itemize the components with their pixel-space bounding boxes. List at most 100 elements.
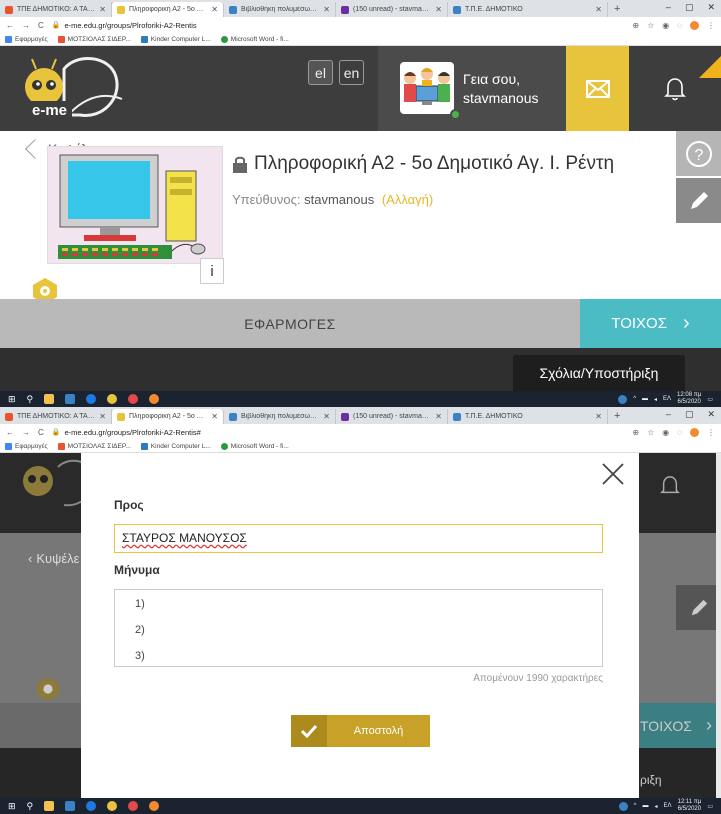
extension-icon[interactable]: ◌	[677, 428, 682, 437]
notifications-button[interactable]	[629, 46, 721, 131]
forward-arrow-icon[interactable]: →	[22, 428, 30, 437]
tray-network-icon[interactable]: ▬	[642, 803, 648, 809]
browser-tab[interactable]: ΤΠΕ ΔΗΜΟΤΙΚΟ: Α ΤΑΞΗ ✕	[0, 409, 112, 424]
extension-icon[interactable]: ◉	[662, 21, 669, 30]
extension-icon[interactable]: ◉	[662, 428, 669, 437]
back-arrow-icon[interactable]: ←	[6, 21, 14, 30]
zoom-icon[interactable]: ⊕	[632, 428, 639, 437]
browser-tab[interactable]: Τ.Π.Ε. ΔΗΜΟΤΙΚΟ ✕	[448, 2, 608, 17]
extension-icon[interactable]: ◌	[677, 21, 682, 30]
bookmark-item[interactable]: ΜΟΤΣΙΟΛΑΣ ΣΙΔΕΡ...	[57, 35, 131, 43]
message-textarea[interactable]: 1) 2) 3)	[114, 589, 603, 667]
close-icon[interactable]	[599, 460, 627, 488]
new-tab-button[interactable]: +	[608, 409, 626, 424]
minimize-icon[interactable]: –	[666, 2, 671, 13]
back-arrow-icon[interactable]: ←	[6, 428, 14, 437]
maximize-icon[interactable]: ▢	[685, 2, 694, 13]
feedback-support-button[interactable]: Σχόλια/Υποστήριξη	[513, 355, 685, 391]
group-info-button[interactable]: i	[200, 258, 224, 284]
close-icon[interactable]: ✕	[595, 5, 602, 14]
browser-tab[interactable]: Βιβλιοθήκη πολυμέσων - Τ.Π.Ε. /✕	[224, 409, 336, 424]
tray-lang[interactable]: ΕΛ	[663, 396, 671, 402]
system-clock[interactable]: 12:11 πμ 6/5/2020	[677, 799, 701, 813]
tab-apps[interactable]: ΕΦΑΡΜΟΓΕΣ	[0, 299, 580, 348]
url-field[interactable]: 🔒 e-me.edu.gr/groups/Plroforiki-A2-Rentis	[52, 21, 625, 30]
close-icon[interactable]: ✕	[595, 412, 602, 421]
user-avatar[interactable]	[400, 62, 454, 114]
firefox-icon[interactable]	[149, 801, 160, 811]
close-icon[interactable]: ✕	[435, 5, 442, 14]
store-icon[interactable]	[65, 394, 76, 404]
tray-chevron-icon[interactable]: ^	[633, 396, 636, 402]
recipient-field[interactable]: ΣΤΑΥΡΟΣ ΜΑΝΟΥΣΟΣ	[114, 524, 603, 553]
close-icon[interactable]: ✕	[211, 412, 218, 421]
notification-center-icon[interactable]: ▭	[707, 396, 713, 403]
group-image[interactable]	[47, 146, 223, 264]
edit-button[interactable]	[676, 178, 721, 223]
browser-tab[interactable]: ΤΠΕ ΔΗΜΟΤΙΚΟ: Α ΤΑΞΗ ✕	[0, 2, 112, 17]
close-icon[interactable]: ✕	[323, 5, 330, 14]
tray-app-icon[interactable]	[618, 801, 628, 811]
bookmark-apps[interactable]: Εφαρμογές	[5, 35, 48, 43]
browser-tab[interactable]: Τ.Π.Ε. ΔΗΜΟΤΙΚΟ ✕	[448, 409, 608, 424]
opera-icon[interactable]	[128, 801, 139, 811]
notification-center-icon[interactable]: ▭	[707, 803, 713, 810]
firefox-icon[interactable]	[149, 394, 160, 404]
tray-network-icon[interactable]: ▬	[642, 396, 648, 402]
help-button[interactable]: ?	[676, 131, 721, 176]
reload-icon[interactable]: C	[38, 21, 44, 30]
tray-volume-icon[interactable]: ◂	[654, 803, 657, 810]
close-window-icon[interactable]: ✕	[707, 2, 715, 13]
tray-volume-icon[interactable]: ◂	[654, 396, 657, 403]
page-scrollbar[interactable]	[716, 453, 721, 798]
messages-button[interactable]	[566, 46, 629, 131]
profile-avatar-icon[interactable]	[690, 427, 699, 437]
bookmark-item[interactable]: Microsoft Word - fi...	[220, 442, 289, 450]
close-icon[interactable]: ✕	[99, 5, 106, 14]
file-explorer-icon[interactable]	[44, 801, 55, 811]
close-icon[interactable]: ✕	[323, 412, 330, 421]
lang-el-button[interactable]: el	[308, 60, 333, 85]
maximize-icon[interactable]: ▢	[685, 409, 694, 420]
url-field[interactable]: 🔒 e-me.edu.gr/groups/Plroforiki-A2-Rentis…	[52, 428, 625, 437]
star-icon[interactable]: ☆	[647, 21, 654, 30]
store-icon[interactable]	[65, 801, 76, 811]
new-tab-button[interactable]: +	[608, 2, 626, 17]
edge-icon[interactable]	[86, 394, 97, 404]
search-icon[interactable]: ⚲	[27, 394, 34, 405]
browser-tab[interactable]: Βιβλιοθήκη πολυμέσων - Τ.Π.Ε. /✕	[224, 2, 336, 17]
e-me-logo-icon[interactable]: e-me	[18, 55, 126, 123]
bookmark-item[interactable]: Microsoft Word - fi...	[220, 35, 289, 43]
bookmark-item[interactable]: Kinder Computer L...	[140, 35, 211, 43]
reload-icon[interactable]: C	[38, 428, 44, 437]
edge-icon[interactable]	[86, 801, 97, 811]
browser-tab-active[interactable]: Πληροφορική Α2 - 5ο Δημοτικό✕	[112, 409, 224, 424]
close-icon[interactable]: ✕	[99, 412, 106, 421]
bookmark-item[interactable]: Kinder Computer L...	[140, 442, 211, 450]
windows-start-icon[interactable]: ⊞	[8, 801, 16, 812]
tray-chevron-icon[interactable]: ^	[634, 803, 637, 809]
lang-en-button[interactable]: en	[339, 60, 364, 85]
zoom-icon[interactable]: ⊕	[632, 21, 639, 30]
file-explorer-icon[interactable]	[44, 394, 55, 404]
close-window-icon[interactable]: ✕	[707, 409, 715, 420]
close-icon[interactable]: ✕	[211, 5, 218, 14]
minimize-icon[interactable]: –	[666, 409, 671, 420]
chrome-icon[interactable]	[107, 801, 118, 811]
close-icon[interactable]: ✕	[435, 412, 442, 421]
tab-wall[interactable]: ΤΟΙΧΟΣ ›	[580, 299, 721, 348]
windows-start-icon[interactable]: ⊞	[8, 394, 16, 405]
tray-app-icon[interactable]	[618, 394, 628, 404]
browser-tab[interactable]: (150 unread) - stavmanus@yahoo✕	[336, 409, 448, 424]
star-icon[interactable]: ☆	[647, 428, 654, 437]
change-owner-link[interactable]: (Αλλαγή)	[382, 192, 433, 207]
send-button[interactable]: Αποστολή	[291, 715, 430, 747]
bookmark-item[interactable]: ΜΟΤΣΙΟΛΑΣ ΣΙΔΕΡ...	[57, 442, 131, 450]
browser-tab[interactable]: (150 unread) - stavmanus@yahoo✕	[336, 2, 448, 17]
user-panel[interactable]: Γεια σου, stavmanous	[378, 46, 566, 131]
chrome-icon[interactable]	[107, 394, 118, 404]
system-clock[interactable]: 12:08 πμ 6/5/2020	[677, 392, 701, 406]
browser-tab-active[interactable]: Πληροφορική Α2 - 5ο Δημοτικό✕	[112, 2, 224, 17]
forward-arrow-icon[interactable]: →	[22, 21, 30, 30]
bookmark-apps[interactable]: Εφαρμογές	[5, 442, 48, 450]
